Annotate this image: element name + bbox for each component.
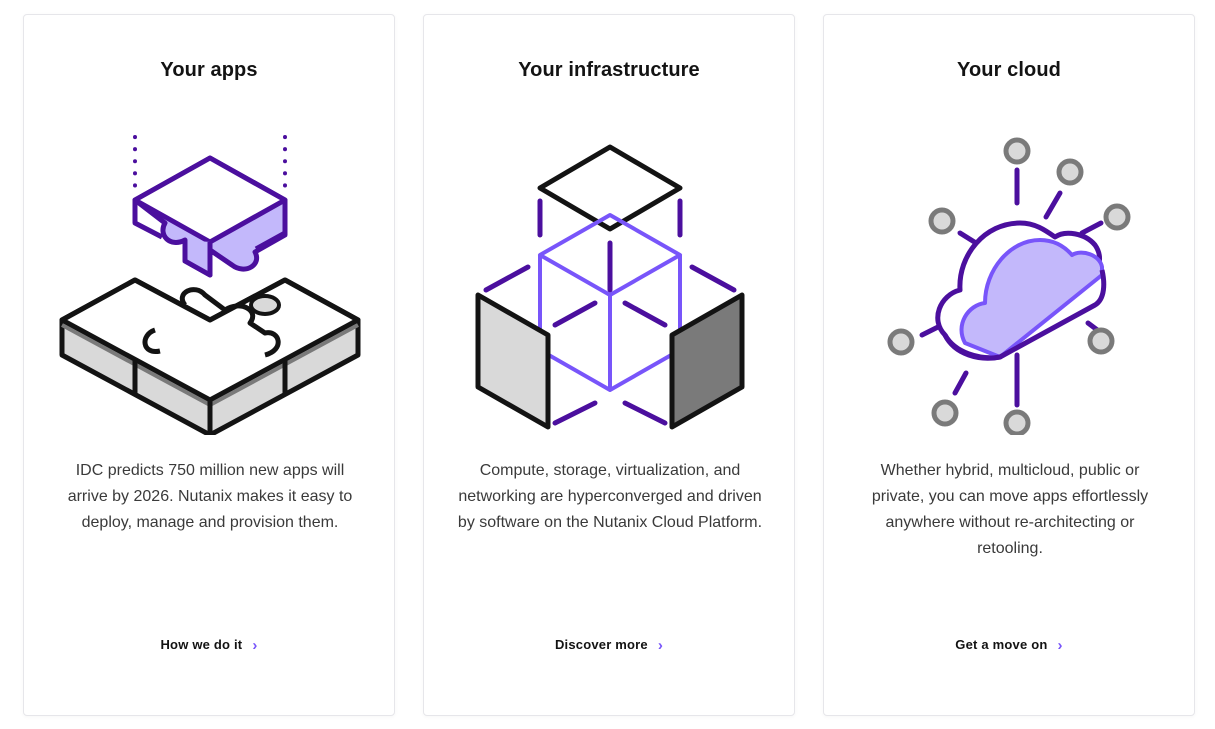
link-label: Get a move on bbox=[955, 637, 1048, 652]
card-title: Your apps bbox=[160, 59, 258, 81]
card-your-apps: Your apps IDC predicts 750 million new a… bbox=[23, 14, 395, 716]
card-title: Your cloud bbox=[957, 59, 1061, 81]
chevron-right-icon: › bbox=[252, 637, 258, 654]
card-your-infrastructure: Your infrastructure Compute, storage, vi… bbox=[423, 14, 795, 716]
link-label: Discover more bbox=[554, 637, 648, 652]
card-title: Your infrastructure bbox=[518, 59, 700, 81]
chevron-right-icon: › bbox=[657, 637, 664, 654]
card-your-cloud: Your cloud Whether hybrid, multicloud, p… bbox=[823, 14, 1195, 716]
feature-cards: Your apps IDC predicts 750 million new a… bbox=[0, 0, 1215, 729]
hyperconverged-cube-icon bbox=[450, 115, 770, 435]
get-a-move-on-link[interactable]: Get a move on › bbox=[824, 637, 1194, 654]
card-description: Whether hybrid, multicloud, public or pr… bbox=[871, 462, 1149, 557]
puzzle-pieces-icon bbox=[50, 115, 370, 435]
cloud-network-icon bbox=[850, 115, 1170, 435]
discover-more-link[interactable]: Discover more › bbox=[424, 637, 794, 654]
card-description: IDC predicts 750 million new apps will a… bbox=[67, 462, 353, 531]
card-description: Compute, storage, virtualization, and ne… bbox=[457, 462, 763, 531]
how-we-do-it-link[interactable]: How we do it › bbox=[24, 637, 394, 654]
chevron-right-icon: › bbox=[1057, 637, 1063, 654]
link-label: How we do it bbox=[160, 637, 243, 652]
